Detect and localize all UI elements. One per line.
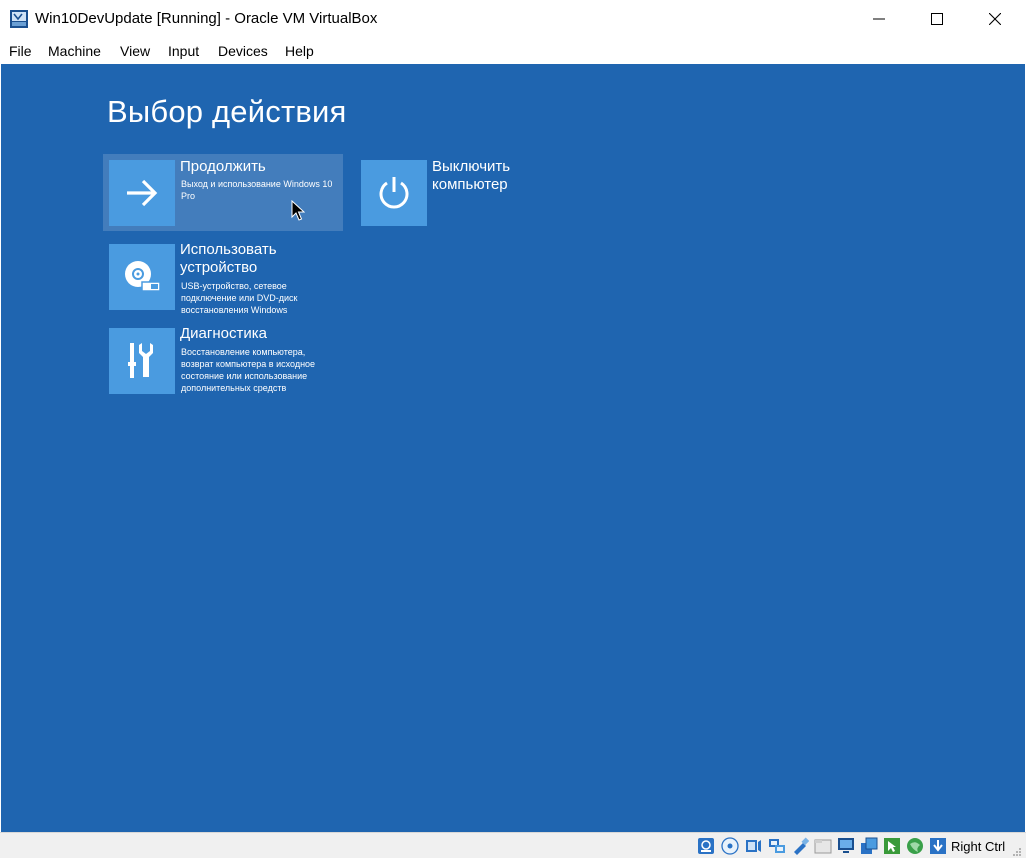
option-title: Использовать [180,241,277,258]
network-icon[interactable] [768,837,786,855]
keyboard-capture-icon[interactable] [929,837,947,855]
arrow-right-icon [127,179,158,207]
menu-bar: File Machine View Input Devices Help [0,38,1026,64]
close-icon [989,13,1001,25]
use-device-tile [109,244,175,310]
power-off-tile [361,160,427,226]
window-title: Win10DevUpdate [Running] - Oracle VM Vir… [35,10,378,27]
option-title: Продолжить [180,158,266,175]
hard-disk-icon[interactable] [697,837,715,855]
mouse-pointer-icon [291,200,305,221]
usb-icon[interactable] [791,837,809,855]
title-bar: Win10DevUpdate [Running] - Oracle VM Vir… [0,0,1026,38]
minimize-button[interactable] [850,0,908,38]
host-key-label: Right Ctrl [951,839,1006,854]
option-title: Выключить [432,158,511,175]
option-description: Выход и использование Windows 10 [181,179,333,189]
option-description: Pro [181,191,196,201]
tools-icon [128,343,153,378]
option-description: состояние или использование [181,371,308,381]
option-description: восстановления Windows [181,305,288,315]
option-title: Диагностика [180,325,267,342]
mouse-integration-icon[interactable] [883,837,901,855]
vm-display[interactable]: Выбор действия Продолжить Выход и исполь… [1,64,1025,832]
option-description: дополнительных средств [181,383,287,393]
continue-tile [109,160,175,226]
cpu-icon[interactable] [906,837,924,855]
option-diagnostics[interactable]: Диагностика Восстановление компьютера, в… [103,322,343,402]
menu-view[interactable]: View [120,43,150,59]
menu-file[interactable]: File [9,43,32,59]
menu-machine[interactable]: Machine [48,43,101,59]
option-description: USB-устройство, сетевое [181,281,287,291]
option-use-device[interactable]: Использовать устройство USB-устройство, … [103,238,343,318]
audio-icon[interactable] [745,837,763,855]
option-continue[interactable]: Продолжить Выход и использование Windows… [103,154,343,231]
screen-title: Выбор действия [107,94,347,129]
menu-devices[interactable]: Devices [218,43,268,59]
resize-grip-icon[interactable] [1012,847,1022,857]
shared-folders-icon[interactable] [814,837,832,855]
display-icon[interactable] [837,837,855,855]
option-power-off[interactable]: Выключить компьютер [355,154,595,231]
option-description: возврат компьютера в исходное [181,359,316,369]
minimize-icon [873,18,885,20]
power-icon [379,177,409,209]
optical-drive-icon[interactable] [721,837,739,855]
status-bar: Right Ctrl [0,832,1026,858]
option-title: компьютер [432,176,508,193]
option-description: подключение или DVD-диск [181,293,298,303]
close-button[interactable] [966,0,1024,38]
menu-help[interactable]: Help [285,43,314,59]
maximize-button[interactable] [908,0,966,38]
maximize-icon [931,13,943,25]
menu-input[interactable]: Input [168,43,199,59]
disc-drive-icon [125,261,161,292]
option-description: Восстановление компьютера, [181,347,306,357]
option-title: устройство [180,259,258,276]
diagnostics-tile [109,328,175,394]
video-capture-icon[interactable] [860,837,878,855]
virtualbox-icon [10,10,28,28]
